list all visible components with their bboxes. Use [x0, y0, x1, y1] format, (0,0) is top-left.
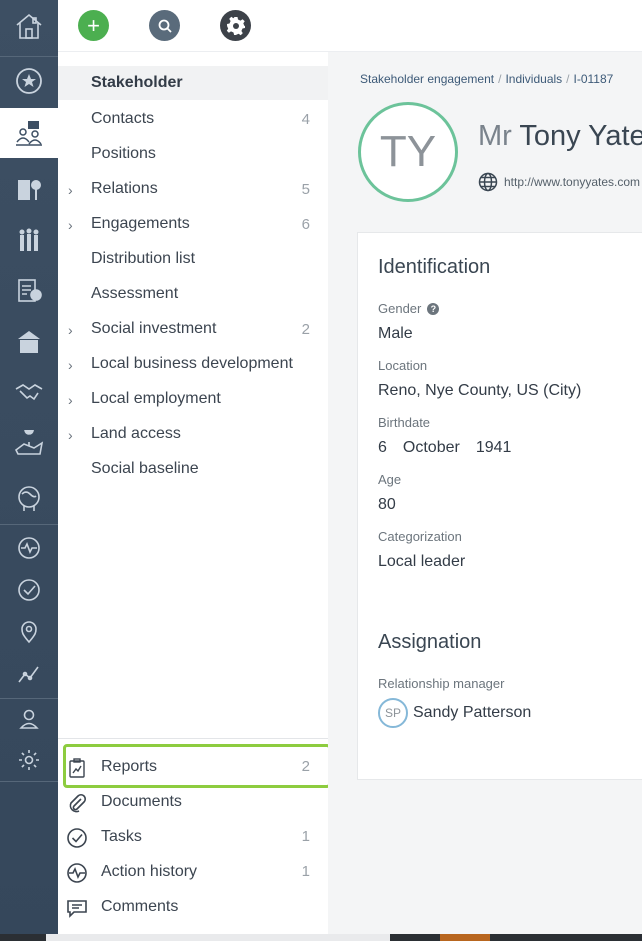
website-link[interactable]: http://www.tonyyates.com	[478, 172, 640, 192]
breadcrumb-current: I-01187	[573, 72, 614, 86]
count-badge: 2	[301, 320, 310, 338]
age-label: Age	[378, 472, 402, 487]
nav-local-employment[interactable]: › Local employment	[58, 382, 328, 416]
assignation-title: Assignation	[378, 631, 482, 653]
nav-distribution-list[interactable]: Distribution list	[58, 242, 328, 276]
chevron-right-icon: ›	[68, 357, 73, 373]
nav-land-access[interactable]: › Land access	[58, 417, 328, 451]
user-icon[interactable]	[0, 702, 58, 736]
avatar[interactable]: TY	[358, 102, 458, 202]
breadcrumb-link[interactable]: Stakeholder engagement	[360, 72, 494, 86]
home-icon[interactable]	[0, 0, 58, 52]
nav-local-business-development[interactable]: › Local business development	[58, 347, 328, 381]
nav-documents[interactable]: Documents	[58, 785, 328, 819]
favorites-icon[interactable]	[0, 60, 58, 102]
comment-icon	[66, 897, 88, 919]
count-badge: 6	[301, 215, 310, 233]
nav-comments[interactable]: Comments	[58, 890, 328, 924]
nav-tasks[interactable]: Tasks 1	[58, 820, 328, 854]
count-badge: 4	[301, 110, 310, 128]
settings-icon[interactable]	[0, 742, 58, 778]
nav-relations[interactable]: › Relations 5	[58, 172, 328, 206]
groups-icon[interactable]	[0, 218, 58, 262]
settings-button[interactable]	[220, 10, 251, 41]
chevron-right-icon: ›	[68, 427, 73, 443]
plus-icon: +	[87, 12, 100, 38]
birthdate-value: 6 October 1941	[378, 439, 512, 456]
handshake-icon[interactable]	[0, 370, 58, 414]
check-circle-icon	[66, 827, 88, 849]
highlight-frame	[63, 744, 331, 788]
chevron-right-icon: ›	[68, 217, 73, 233]
forms-icon[interactable]	[0, 268, 58, 312]
categorization-label: Categorization	[378, 529, 462, 544]
nav-stakeholder[interactable]: Stakeholder	[58, 66, 328, 100]
nav-contacts[interactable]: Contacts 4	[58, 102, 328, 136]
stakeholders-icon[interactable]	[0, 108, 58, 158]
birthdate-label: Birthdate	[378, 415, 431, 430]
nav-engagements[interactable]: › Engagements 6	[58, 207, 328, 241]
page-title: Mr Tony Yates	[478, 120, 642, 152]
location-value: Reno, Nye County, US (City)	[378, 382, 582, 399]
add-button[interactable]: +	[78, 10, 109, 41]
nav-positions[interactable]: Positions	[58, 137, 328, 171]
top-toolbar: +	[58, 0, 642, 52]
location-label: Location	[378, 358, 428, 373]
count-badge: 1	[301, 863, 310, 880]
taskbar-strip	[0, 934, 642, 941]
divider	[58, 738, 328, 739]
chevron-right-icon: ›	[68, 182, 73, 198]
nav-assessment[interactable]: Assessment	[58, 277, 328, 311]
relationship-manager-label: Relationship manager	[378, 676, 505, 691]
nav-action-history[interactable]: Action history 1	[58, 855, 328, 889]
age-value: 80	[378, 496, 396, 513]
categorization-value: Local leader	[378, 553, 466, 570]
relationship-manager[interactable]: SP Sandy Patterson	[378, 698, 531, 728]
gender-value: Male	[378, 325, 413, 342]
communities-icon[interactable]	[0, 320, 58, 364]
chevron-right-icon: ›	[68, 392, 73, 408]
search-icon	[158, 19, 172, 33]
gender-label: Gender?	[378, 301, 440, 316]
globe-icon	[478, 172, 498, 192]
organizations-icon[interactable]	[0, 166, 58, 210]
activity-icon[interactable]	[0, 530, 58, 566]
search-button[interactable]	[149, 10, 180, 41]
paperclip-icon	[66, 792, 88, 814]
nav-social-investment[interactable]: › Social investment 2	[58, 312, 328, 346]
avatar: SP	[378, 698, 408, 728]
location-icon[interactable]	[0, 614, 58, 650]
breadcrumb-link[interactable]: Individuals	[505, 72, 562, 86]
environment-icon[interactable]	[0, 474, 58, 524]
breadcrumb: Stakeholder engagement / Individuals / I-011…	[360, 72, 614, 86]
gear-icon	[226, 16, 245, 35]
main-rail	[0, 0, 58, 941]
land-icon[interactable]	[0, 420, 58, 468]
chevron-right-icon: ›	[68, 322, 73, 338]
activity-icon	[66, 862, 88, 884]
nav-social-baseline[interactable]: Social baseline	[58, 452, 328, 486]
count-badge: 5	[301, 180, 310, 198]
help-icon[interactable]: ?	[427, 302, 440, 315]
tasks-icon[interactable]	[0, 572, 58, 608]
identification-title: Identification	[378, 256, 491, 278]
analytics-icon[interactable]	[0, 656, 58, 692]
count-badge: 1	[301, 828, 310, 845]
